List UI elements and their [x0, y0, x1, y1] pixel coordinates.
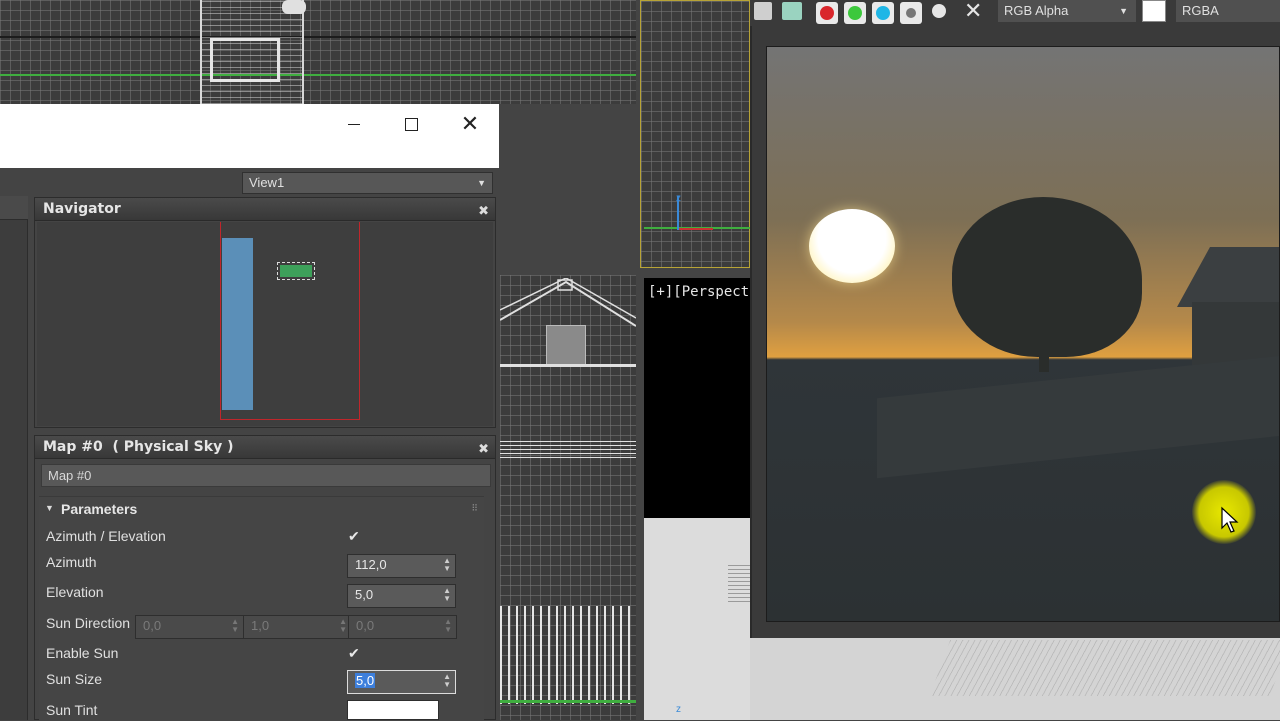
clone-frame-icon[interactable]	[782, 2, 802, 20]
azimuth-spinner[interactable]: 112,0 ▲ ▼	[347, 554, 456, 578]
spinner-arrows-icon[interactable]: ▲ ▼	[443, 557, 451, 573]
minimize-icon	[348, 123, 360, 125]
green-channel-icon	[848, 6, 862, 20]
close-icon[interactable]: ✖	[478, 201, 489, 223]
alpha-channel-icon	[906, 8, 916, 18]
gizmo-z-label: z	[676, 704, 681, 715]
dialog-titlebar[interactable]: ✕	[0, 104, 499, 168]
param-label-sun-size: Sun Size	[46, 671, 103, 687]
close-icon[interactable]: ✖	[478, 439, 489, 461]
house-window-wireframe	[210, 38, 280, 82]
map-name-field[interactable]: Map #0	[41, 464, 491, 487]
clear-icon[interactable]: ✕	[964, 0, 982, 24]
map-title: Map #0 ( Physical Sky )	[43, 439, 234, 455]
blue-channel-button[interactable]	[872, 2, 894, 24]
sun-size-value[interactable]: 5,0	[355, 673, 376, 688]
mouse-cursor-icon	[1221, 506, 1239, 533]
spinner-arrows-icon: ▲ ▼	[444, 617, 452, 634]
map-title-bar[interactable]: Map #0 ( Physical Sky ) ✖	[35, 436, 495, 459]
navigator-canvas[interactable]	[37, 222, 493, 426]
color-swatch[interactable]	[1142, 0, 1166, 22]
alpha-channel-button[interactable]	[900, 2, 922, 24]
sun-direction-x-spinner: 0,0 ▲ ▼	[135, 615, 244, 639]
navigator-title: Navigator	[43, 201, 121, 217]
spinner-arrows-icon[interactable]: ▲ ▼	[443, 673, 451, 689]
param-label-sun-tint: Sun Tint	[46, 702, 98, 718]
navigator-panel: Navigator ✖	[34, 197, 496, 428]
azimuth-value: 112,0	[355, 557, 387, 572]
viewport-horizon-line	[0, 36, 636, 38]
close-button[interactable]: ✕	[447, 104, 493, 144]
sun-size-spinner[interactable]: 5,0 ▲ ▼	[347, 670, 456, 694]
stairs-wireframe	[500, 440, 636, 458]
rgba-display[interactable]: RGBA	[1176, 0, 1280, 22]
sun-tint-color-swatch[interactable]	[347, 700, 439, 720]
sun-direction-y-value: 1,0	[251, 618, 270, 633]
chevron-down-icon: ▼	[1119, 6, 1128, 16]
fence	[877, 355, 1279, 479]
channel-select[interactable]: RGB Alpha ▼	[998, 0, 1136, 22]
drag-handle-icon[interactable]: ⠿	[471, 503, 478, 514]
green-channel-button[interactable]	[844, 2, 866, 24]
top-viewport[interactable]	[0, 0, 636, 104]
enable-sun-checkbox[interactable]: ✔	[348, 645, 360, 662]
wall-wireframe	[929, 640, 1280, 696]
elevation-value: 5,0	[355, 587, 374, 602]
rollout-collapse-icon[interactable]: ▼	[45, 503, 54, 513]
red-channel-icon	[820, 6, 834, 20]
red-channel-button[interactable]	[816, 2, 838, 24]
navigator-title-bar[interactable]: Navigator ✖	[35, 198, 495, 221]
wireframe-fragment	[728, 562, 750, 602]
sun-direction-z-value: 0,0	[356, 618, 375, 633]
sun-direction-x-value: 0,0	[143, 618, 162, 633]
param-label-azimuth-elevation: Azimuth / Elevation	[46, 528, 166, 544]
sun-direction-y-spinner: 1,0 ▲ ▼	[243, 615, 352, 639]
viewport-axis-line	[0, 74, 636, 76]
chevron-down-icon: ▼	[477, 178, 486, 188]
tree-trunk	[1039, 327, 1049, 372]
view-selector-label: View1	[249, 175, 285, 190]
navigator-node-preview	[222, 238, 253, 410]
monochrome-icon[interactable]	[932, 4, 946, 18]
azimuth-elevation-checkbox[interactable]: ✔	[348, 528, 360, 545]
spinner-arrows-icon: ▲ ▼	[231, 617, 239, 634]
channel-select-label: RGB Alpha	[1004, 3, 1069, 18]
house-roof	[1177, 247, 1279, 307]
elevation-spinner[interactable]: 5,0 ▲ ▼	[347, 584, 456, 608]
blue-channel-icon	[876, 6, 890, 20]
perspective-label[interactable]: [+][Perspective	[648, 284, 750, 300]
floor-line-wireframe	[500, 364, 636, 367]
navigator-selected-node[interactable]	[277, 262, 315, 280]
fence-ground-line	[500, 700, 636, 703]
maximize-icon	[404, 117, 418, 131]
lift-box-wireframe	[546, 325, 586, 367]
spinner-arrows-icon[interactable]: ▲ ▼	[443, 587, 451, 603]
sun-direction-z-spinner: 0,0 ▲ ▼	[348, 615, 457, 639]
param-label-elevation: Elevation	[46, 584, 104, 600]
param-label-enable-sun: Enable Sun	[46, 645, 119, 661]
view-selector[interactable]: View1 ▼	[242, 172, 493, 194]
param-label-azimuth: Azimuth	[46, 554, 97, 570]
param-label-sun-direction: Sun Direction	[46, 615, 131, 631]
fence-wireframe	[500, 606, 636, 704]
gizmo-x-axis	[679, 228, 713, 230]
maximize-button[interactable]	[388, 104, 434, 144]
close-icon: ✕	[460, 111, 480, 136]
spinner-arrows-icon: ▲ ▼	[339, 617, 347, 634]
wireframe-object	[282, 0, 306, 14]
frame-buffer-toolbar: ✕ RGB Alpha ▼ RGBA	[750, 0, 1280, 26]
slate-left-column	[0, 196, 28, 720]
gizmo-z-label-top: z	[676, 193, 681, 204]
save-image-icon[interactable]	[754, 2, 772, 20]
slate-left-header	[0, 196, 28, 220]
perspective-ground	[644, 518, 750, 720]
sun	[809, 209, 895, 283]
minimize-button[interactable]	[331, 104, 377, 144]
rollout-title[interactable]: Parameters	[61, 501, 137, 517]
